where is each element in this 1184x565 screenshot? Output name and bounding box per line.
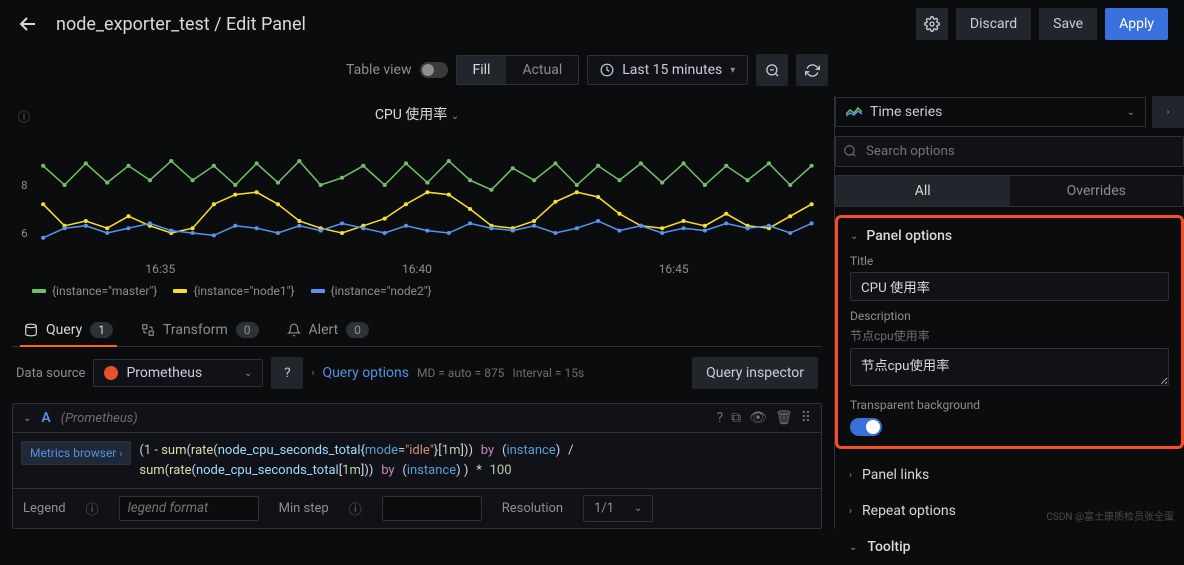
svg-text:6: 6 <box>21 227 27 240</box>
chart: 68 16:3516:4016:45 <box>12 132 822 278</box>
tab-query[interactable]: Query 1 <box>20 314 117 346</box>
discard-button[interactable]: Discard <box>956 8 1031 40</box>
actual-segment[interactable]: Actual <box>506 56 578 84</box>
clock-icon <box>600 63 614 77</box>
query-letter: A <box>41 410 50 426</box>
trash-icon[interactable]: 🗑 <box>775 410 793 426</box>
title-input[interactable] <box>850 272 1169 301</box>
apply-button[interactable]: Apply <box>1105 8 1168 40</box>
datasource-label: Data source <box>16 366 85 381</box>
info-icon[interactable]: ⓘ <box>18 108 30 125</box>
refresh-button[interactable] <box>796 54 828 86</box>
query-md-meta: MD = auto = 875 <box>417 366 504 380</box>
title-field-label: Title <box>850 254 1169 268</box>
copy-icon[interactable]: ⧉ <box>731 410 741 426</box>
alert-count-badge: 0 <box>346 322 369 338</box>
legend-item[interactable]: {instance="master"} <box>32 284 157 298</box>
options-tab-overrides[interactable]: Overrides <box>1010 176 1184 206</box>
time-series-icon <box>846 106 862 118</box>
legend-help-icon[interactable]: ⓘ <box>86 499 99 518</box>
search-options-input[interactable] <box>835 136 1184 167</box>
table-view-label: Table view <box>346 62 412 78</box>
query-editor: ⌄ A (Prometheus) ? ⧉ 👁 🗑 ⠿ Metrics brows… <box>12 403 822 529</box>
query-interval-meta: Interval = 15s <box>512 366 584 380</box>
chevron-down-icon: ▾ <box>730 65 735 76</box>
tab-query-label: Query <box>46 322 82 338</box>
resolution-value: 1/1 <box>594 501 614 516</box>
time-range-picker[interactable]: Last 15 minutes ▾ <box>587 55 748 85</box>
query-ds-name: (Prometheus) <box>61 411 138 426</box>
legend-label: Legend <box>23 501 66 516</box>
legend-item[interactable]: {instance="node2"} <box>311 284 432 298</box>
options-tab-all[interactable]: All <box>836 176 1010 206</box>
time-range-label: Last 15 minutes <box>622 62 722 78</box>
datasource-help-button[interactable]: ? <box>271 357 303 389</box>
tooltip-label: Tooltip <box>867 539 910 555</box>
metrics-browser-button[interactable]: Metrics browser › <box>21 441 131 465</box>
drag-handle-icon[interactable]: ⠿ <box>801 410 811 426</box>
zoom-out-button[interactable] <box>756 54 788 86</box>
description-field-label: Description <box>850 309 1169 323</box>
eye-icon[interactable]: 👁 <box>749 410 767 426</box>
database-icon <box>24 323 38 337</box>
tab-alert-label: Alert <box>309 322 339 338</box>
repeat-options-label: Repeat options <box>862 503 956 519</box>
minstep-input[interactable] <box>382 496 482 521</box>
viz-next-button[interactable]: › <box>1152 96 1184 128</box>
query-expression[interactable]: (1 - sum(rate(node_cpu_seconds_total{mod… <box>139 441 573 480</box>
watermark: CSDN @富士康质检员张全蛋 <box>1046 508 1174 523</box>
bell-icon <box>287 323 301 337</box>
tooltip-section[interactable]: ⌄ Tooltip <box>835 529 1184 565</box>
breadcrumb: node_exporter_test / Edit Panel <box>56 14 916 35</box>
query-inspector-button[interactable]: Query inspector <box>692 357 818 389</box>
datasource-name: Prometheus <box>126 365 202 381</box>
table-view-toggle[interactable] <box>420 62 448 78</box>
legend-item[interactable]: {instance="node1"} <box>173 284 294 298</box>
visualization-picker[interactable]: Time series ⌄ <box>835 97 1146 127</box>
svg-text:8: 8 <box>21 179 27 192</box>
resolution-select[interactable]: 1/1 ⌄ <box>583 495 653 522</box>
chevron-down-icon: ⌄ <box>1127 107 1135 118</box>
display-mode-group: Fill Actual <box>456 55 580 85</box>
panel-options-label: Panel options <box>866 228 952 244</box>
tab-alert[interactable]: Alert 0 <box>283 314 373 346</box>
transform-icon <box>141 323 155 337</box>
chart-legend: {instance="master"} {instance="node1"} {in… <box>12 278 822 304</box>
chevron-right-icon[interactable]: › <box>311 368 314 379</box>
description-hint: 节点cpu使用率 <box>850 327 1169 344</box>
minstep-label: Min step <box>279 501 329 516</box>
panel-links-label: Panel links <box>862 467 929 483</box>
chevron-right-icon: › <box>849 506 852 517</box>
tab-transform[interactable]: Transform 0 <box>137 314 263 346</box>
chevron-right-icon: › <box>849 470 852 481</box>
tab-transform-label: Transform <box>163 322 228 338</box>
prometheus-icon <box>104 366 118 380</box>
chevron-down-icon: ⌄ <box>850 231 858 242</box>
description-textarea[interactable] <box>850 348 1169 386</box>
chevron-down-icon: ⌄ <box>634 503 642 514</box>
panel-links-section[interactable]: › Panel links <box>835 457 1184 493</box>
panel-title: CPU 使用率 ⌄ <box>12 96 822 132</box>
transform-count-badge: 0 <box>236 322 259 338</box>
query-options-link[interactable]: Query options <box>322 365 409 381</box>
search-icon <box>843 144 857 158</box>
back-arrow-icon[interactable] <box>16 12 40 36</box>
chevron-down-icon[interactable]: ⌄ <box>451 111 459 122</box>
query-help-icon[interactable]: ? <box>717 410 724 426</box>
legend-input[interactable] <box>119 496 259 521</box>
panel-options-header[interactable]: ⌄ Panel options <box>850 228 1169 244</box>
chevron-down-icon: ⌄ <box>849 542 857 553</box>
resolution-label: Resolution <box>502 501 563 516</box>
transparent-bg-label: Transparent background <box>850 398 1169 412</box>
chevron-down-icon[interactable]: ⌄ <box>23 413 31 424</box>
chevron-down-icon: ⌄ <box>244 368 252 379</box>
fill-segment[interactable]: Fill <box>457 56 507 84</box>
minstep-help-icon[interactable]: ⓘ <box>349 499 362 518</box>
viz-type-label: Time series <box>870 104 942 120</box>
settings-button[interactable] <box>916 8 948 40</box>
transparent-bg-toggle[interactable] <box>850 418 882 436</box>
query-count-badge: 1 <box>90 322 113 338</box>
save-button[interactable]: Save <box>1039 8 1097 40</box>
datasource-select[interactable]: Prometheus ⌄ <box>93 359 263 387</box>
